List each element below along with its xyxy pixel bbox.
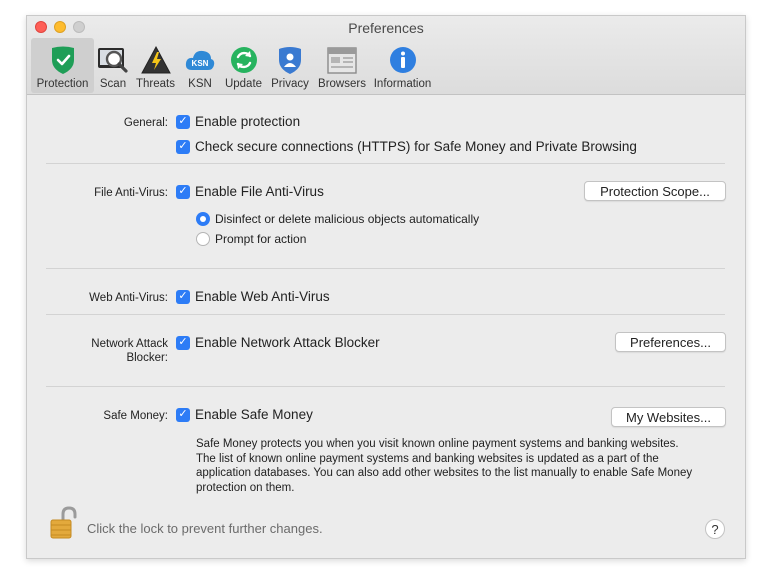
checkmark-icon: ✓ — [176, 139, 190, 154]
lock-icon[interactable] — [49, 506, 77, 545]
checkbox-label: Check secure connections (HTTPS) for Saf… — [195, 139, 637, 154]
tab-label: Scan — [99, 78, 127, 90]
safe-money-label: Safe Money: — [103, 410, 168, 422]
checkbox-label: Enable File Anti-Virus — [195, 184, 324, 199]
description-line: Safe Money protects you when you visit k… — [196, 438, 679, 450]
label-line: Blocker: — [126, 352, 168, 364]
cloud-ksn-icon: KSN — [185, 50, 215, 70]
refresh-icon — [230, 47, 257, 73]
radio-unselected-indicator — [196, 232, 210, 246]
enable-file-antivirus-checkbox[interactable]: ✓ Enable File Anti-Virus — [176, 184, 324, 199]
enable-web-antivirus-checkbox[interactable]: ✓ Enable Web Anti-Virus — [176, 289, 330, 304]
magnifier-scan-icon — [98, 48, 128, 73]
radio-disinfect-automatically[interactable]: Disinfect or delete malicious objects au… — [196, 212, 479, 226]
tab-browsers[interactable]: Browsers — [314, 38, 370, 93]
checkmark-icon: ✓ — [176, 407, 190, 422]
description-line: The list of known online payment systems… — [196, 452, 659, 465]
info-icon — [389, 47, 416, 73]
separator — [46, 268, 725, 269]
radio-label: Disinfect or delete malicious objects au… — [215, 212, 480, 226]
checkbox-label: Enable protection — [195, 114, 301, 129]
tab-ksn[interactable]: KSN KSN — [179, 38, 221, 93]
preferences-toolbar: Protection Scan Threats KSN KSN Update P… — [31, 38, 435, 93]
safe-money-description: Safe Money protects you when you visit k… — [196, 437, 716, 495]
svg-text:KSN: KSN — [192, 59, 209, 68]
preferences-window: Preferences Protection Scan Threats KSN … — [26, 15, 746, 559]
general-label: General: — [123, 117, 168, 129]
radio-label: Prompt for action — [215, 232, 307, 246]
separator — [46, 163, 725, 164]
browser-window-icon — [327, 47, 357, 74]
checkmark-icon: ✓ — [176, 289, 190, 304]
web-antivirus-label: Web Anti-Virus: — [89, 292, 168, 304]
tab-label: Update — [224, 78, 263, 90]
my-websites-button[interactable]: My Websites... — [611, 407, 726, 427]
network-preferences-button[interactable]: Preferences... — [615, 332, 726, 352]
titlebar: Preferences Protection Scan Threats KSN … — [27, 16, 745, 95]
checkbox-label: Enable Safe Money — [195, 407, 313, 422]
lock-message: Click the lock to prevent further change… — [87, 521, 323, 536]
tab-label: Browsers — [318, 78, 366, 90]
description-line: application databases. You can also add … — [196, 467, 693, 479]
enable-network-attack-blocker-checkbox[interactable]: ✓ Enable Network Attack Blocker — [176, 335, 380, 350]
checkbox-label: Enable Network Attack Blocker — [195, 335, 380, 350]
tab-label: Information — [373, 78, 432, 90]
shield-check-icon — [51, 46, 74, 74]
warning-triangle-icon — [140, 45, 171, 74]
tab-privacy[interactable]: Privacy — [266, 38, 314, 93]
separator — [46, 314, 725, 315]
enable-protection-checkbox[interactable]: ✓ Enable protection — [176, 114, 300, 129]
file-antivirus-label: File Anti-Virus: — [94, 187, 168, 199]
tab-label: Threats — [136, 78, 175, 90]
tab-label: Privacy — [271, 78, 309, 90]
protection-pane: General: ✓ Enable protection ✓ Check sec… — [27, 95, 745, 558]
tab-information[interactable]: Information — [370, 38, 435, 93]
check-https-checkbox[interactable]: ✓ Check secure connections (HTTPS) for S… — [176, 139, 637, 154]
description-line: protection on them. — [196, 481, 295, 494]
label-line: Network Attack — [91, 338, 168, 350]
separator — [46, 386, 725, 387]
tab-protection[interactable]: Protection — [31, 38, 94, 93]
checkmark-icon: ✓ — [176, 184, 190, 199]
checkmark-icon: ✓ — [176, 335, 190, 350]
checkbox-label: Enable Web Anti-Virus — [195, 289, 330, 304]
protection-scope-button[interactable]: Protection Scope... — [584, 181, 726, 201]
enable-safe-money-checkbox[interactable]: ✓ Enable Safe Money — [176, 407, 313, 422]
tab-threats[interactable]: Threats — [132, 38, 179, 93]
radio-prompt-for-action[interactable]: Prompt for action — [196, 232, 306, 246]
window-title: Preferences — [348, 20, 424, 36]
unlocked-padlock-icon — [50, 506, 77, 539]
tab-label: KSN — [188, 78, 212, 90]
network-attack-blocker-label: Network Attack Blocker: — [28, 337, 168, 365]
tab-update[interactable]: Update — [221, 38, 266, 93]
radio-selected-indicator — [196, 212, 210, 226]
checkmark-icon: ✓ — [176, 114, 190, 129]
tab-scan[interactable]: Scan — [94, 38, 132, 93]
help-button[interactable]: ? — [705, 519, 725, 539]
tab-label: Protection — [36, 78, 89, 90]
privacy-shield-icon — [279, 47, 301, 74]
